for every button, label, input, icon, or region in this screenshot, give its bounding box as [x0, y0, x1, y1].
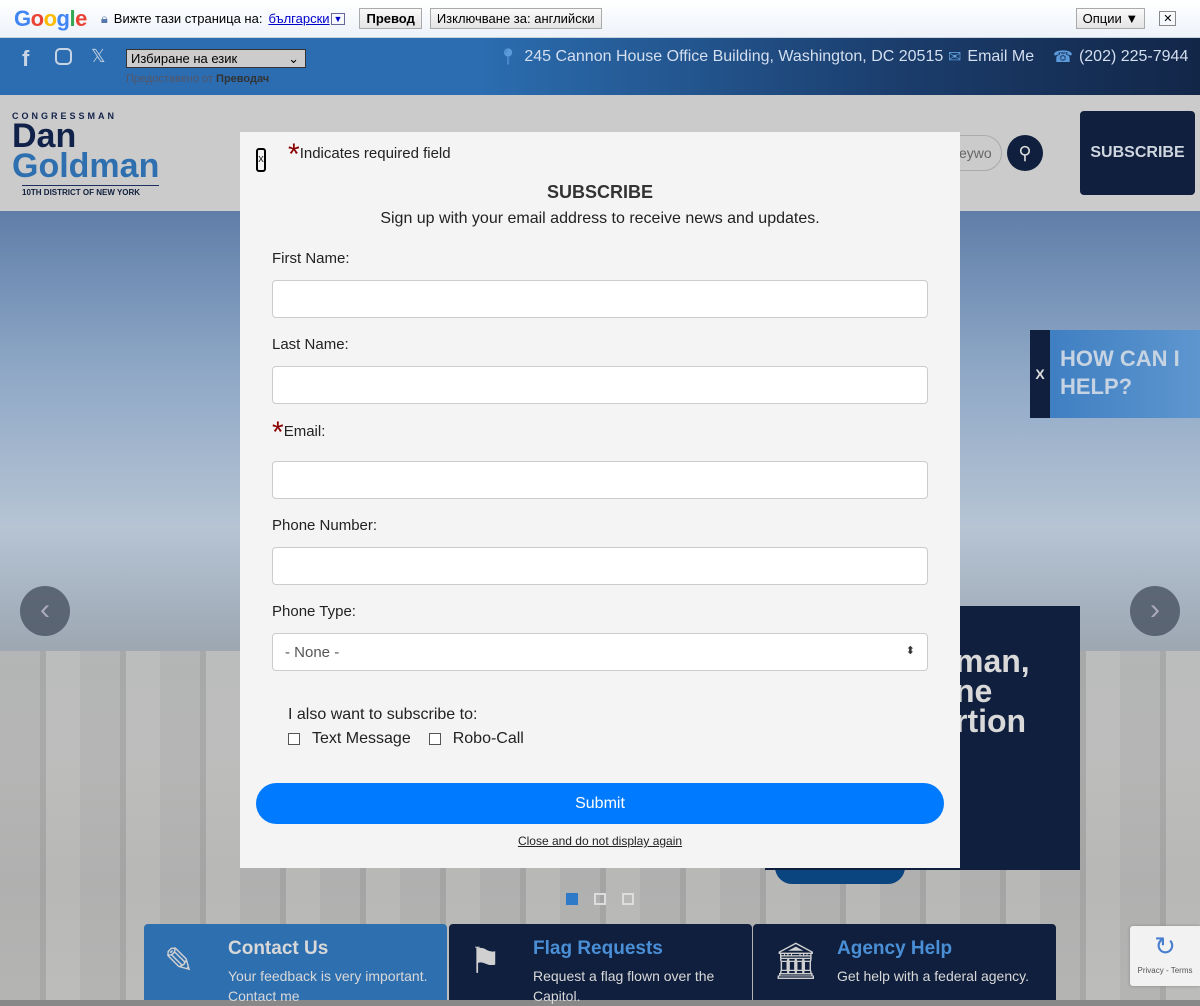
card-title: Flag Requests [533, 938, 663, 959]
carousel-dot[interactable] [566, 893, 578, 905]
close-never-link[interactable]: Close and do not display again [240, 834, 960, 848]
language-select-value: Избиране на език [131, 51, 238, 66]
search-icon: ⚲ [1018, 143, 1032, 163]
close-icon[interactable]: ✕ [1159, 11, 1177, 26]
phone-label: Phone Number: [272, 517, 378, 534]
card-title: Agency Help [837, 938, 953, 959]
required-note-text: Indicates required field [299, 145, 451, 162]
language-link[interactable]: български [268, 11, 329, 26]
carousel-dot[interactable] [622, 893, 634, 905]
phone-input[interactable] [272, 547, 928, 585]
top-bar: f 𝕏 Избиране на език ⌄ Предоставено от Пр… [0, 38, 1200, 95]
text-message-checkbox[interactable] [288, 733, 300, 745]
email-input[interactable] [272, 461, 928, 499]
card-text: Get help with a federal agency. [837, 968, 1029, 984]
email-link[interactable]: ✉ Email Me [948, 47, 1034, 67]
email-label: *Email: [272, 416, 325, 450]
disable-translation-button[interactable]: Изключване за: английски [429, 8, 602, 29]
phone-icon: ☎ [1053, 49, 1073, 66]
recaptcha-text[interactable]: Privacy - Terms [1130, 966, 1200, 975]
language-select[interactable]: Избиране на език ⌄ [126, 49, 306, 68]
carousel-prev-button[interactable]: ‹ [20, 586, 70, 636]
card-title: Contact Us [228, 938, 329, 959]
logo-line3: Goldman [12, 147, 160, 185]
phone-type-select[interactable]: - None - ⬍ [272, 633, 928, 671]
also-subscribe-label: I also want to subscribe to: [288, 706, 478, 723]
required-note: *Indicates required field [288, 138, 451, 172]
powered-by: Предоставено от Преводач [126, 73, 269, 85]
modal-close-button[interactable]: x [256, 148, 266, 172]
card-text: Request a flag flown over the Capitol. [533, 968, 715, 1004]
phone-text: (202) 225-7944 [1078, 48, 1189, 65]
subscribe-button[interactable]: SUBSCRIBE [1080, 111, 1195, 195]
help-button[interactable]: HOW CAN I HELP? [1050, 330, 1200, 418]
robo-call-checkbox[interactable] [428, 733, 441, 745]
facebook-icon[interactable]: f [22, 46, 29, 72]
phone-type-value: - None - [285, 644, 340, 661]
carousel-next-button[interactable]: › [1130, 586, 1180, 636]
recaptcha-badge[interactable]: ↻ Privacy - Terms [1130, 926, 1200, 986]
bank-icon: 🏛︎ [773, 940, 819, 981]
search-button[interactable]: ⚲ [1007, 135, 1043, 171]
required-star-icon: * [272, 416, 284, 449]
instagram-icon[interactable] [55, 48, 72, 65]
modal-title: SUBSCRIBE [546, 182, 653, 202]
map-pin-icon: 📍︎ [498, 49, 519, 66]
google-logo: Google [14, 5, 87, 31]
options-button[interactable]: Опции ▼ [1075, 8, 1146, 29]
subscribe-modal: x *Indicates required field SUBSCRIBE Si… [240, 132, 960, 868]
modal-subtitle: Sign up with your email address to recei… [380, 210, 820, 227]
site-logo[interactable]: CONGRESSMAN Dan Goldman 10TH DISTRICT OF… [12, 111, 160, 197]
card-flag-requests[interactable]: ⚑ Flag Requests Request a flag flown ove… [449, 924, 752, 1004]
help-widget: X HOW CAN I HELP? [1030, 330, 1200, 418]
required-star-icon: * [288, 138, 300, 171]
address: 📍︎ 245 Cannon House Office Building, Wash… [498, 47, 943, 67]
carousel-dot[interactable] [594, 893, 606, 905]
updown-icon: ⬍ [905, 645, 915, 657]
logo-line4: 10TH DISTRICT OF NEW YORK [22, 185, 160, 197]
first-name-label: First Name: [272, 250, 350, 267]
chevron-down-icon: ⌄ [288, 50, 299, 66]
card-contact-us[interactable]: ✎ Contact Us Your feedback is very impor… [144, 924, 447, 1004]
recaptcha-icon: ↻ [1154, 931, 1176, 961]
phone-type-label: Phone Type: [272, 603, 356, 620]
subscribe-options: Text Message Robo-Call [288, 730, 524, 748]
slide-line: rtion [955, 703, 1027, 739]
language-dropdown-icon[interactable]: ▼ [330, 12, 346, 25]
slide-line: ne [955, 673, 993, 709]
card-text: Your feedback is very important. Contact… [228, 968, 428, 1004]
powered-brand[interactable]: Преводач [216, 73, 269, 85]
translate-prompt: Вижте тази страница на: [113, 11, 263, 26]
carousel-dots [566, 893, 634, 905]
envelope-icon: ✉ [948, 49, 962, 66]
email-label-text: Email: [283, 423, 326, 440]
edit-icon: ✎ [164, 940, 195, 981]
address-text: 245 Cannon House Office Building, Washin… [524, 48, 944, 65]
last-name-input[interactable] [272, 366, 928, 404]
email-text: Email Me [967, 48, 1035, 65]
phone-link[interactable]: ☎ (202) 225-7944 [1053, 47, 1188, 67]
x-icon[interactable]: 𝕏 [91, 46, 106, 67]
powered-by-text: Предоставено от [126, 73, 213, 85]
translate-button[interactable]: Превод [359, 8, 422, 29]
flag-icon: ⚑ [469, 940, 502, 981]
text-message-label[interactable]: Text Message [312, 730, 411, 748]
lock-icon: 🔒︎ [100, 10, 108, 26]
submit-button[interactable]: Submit [256, 783, 944, 824]
help-close-button[interactable]: X [1030, 330, 1050, 418]
slide-line: man, [955, 643, 1030, 679]
last-name-label: Last Name: [272, 336, 349, 353]
card-agency-help[interactable]: 🏛︎ Agency Help Get help with a federal a… [753, 924, 1056, 1000]
first-name-input[interactable] [272, 280, 928, 318]
robo-call-label[interactable]: Robo-Call [453, 730, 524, 748]
translate-bar: Google 🔒︎ Вижте тази страница на: българ… [0, 0, 1200, 38]
